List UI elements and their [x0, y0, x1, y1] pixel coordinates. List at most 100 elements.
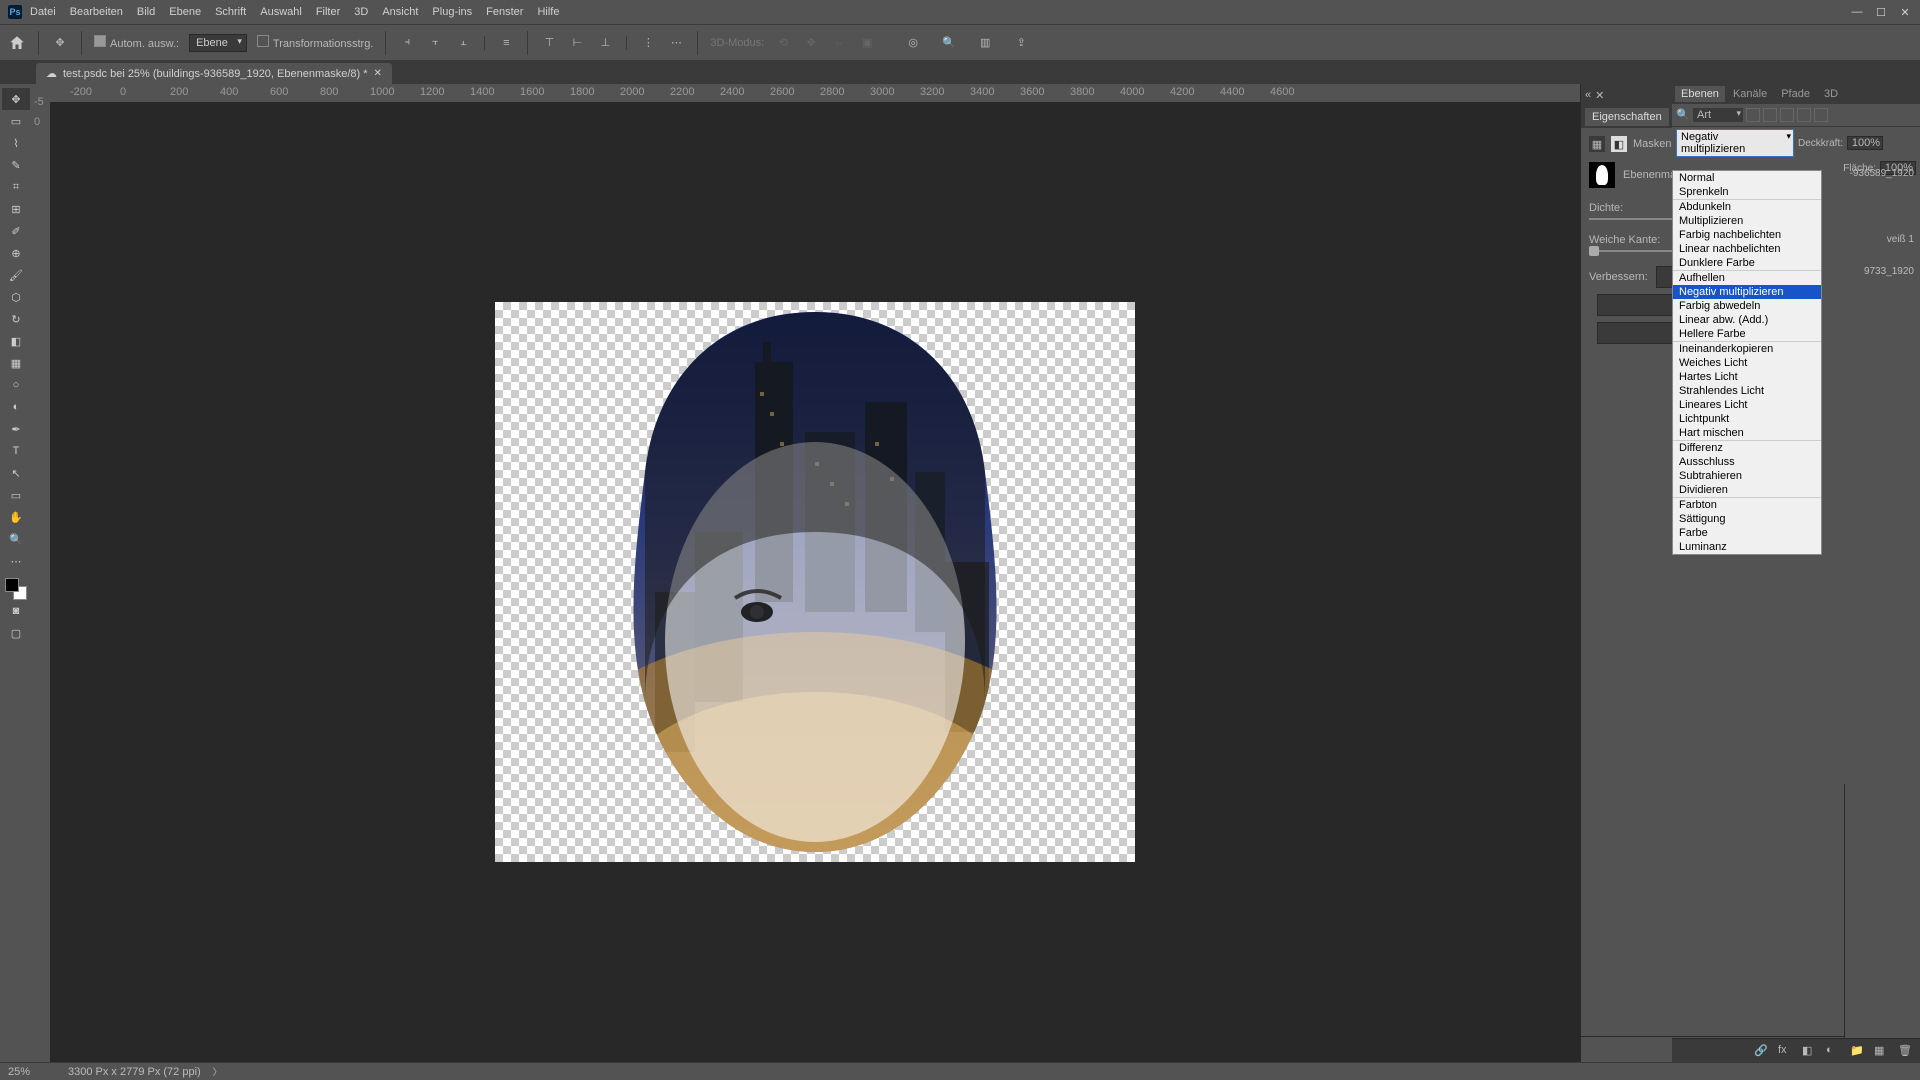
filter-shape-icon[interactable] — [1797, 108, 1811, 122]
frame-tool[interactable]: ⊞ — [2, 198, 30, 220]
menu-window[interactable]: Fenster — [486, 6, 523, 18]
menu-plugins[interactable]: Plug-ins — [432, 6, 472, 18]
distribute-icon[interactable]: ≡ — [497, 34, 515, 52]
blend-option[interactable]: Hart mischen — [1673, 426, 1821, 440]
tab-properties[interactable]: Eigenschaften — [1585, 108, 1669, 126]
blend-option[interactable]: Farbig nachbelichten — [1673, 228, 1821, 242]
blend-option[interactable]: Subtrahieren — [1673, 469, 1821, 483]
blur-tool[interactable]: ○ — [2, 374, 30, 396]
blend-option[interactable]: Linear abw. (Add.) — [1673, 313, 1821, 327]
search-app-icon[interactable]: 🔍 — [940, 34, 958, 52]
shape-tool[interactable]: ▭ — [2, 484, 30, 506]
menu-filter[interactable]: Filter — [316, 6, 340, 18]
menu-select[interactable]: Auswahl — [260, 6, 302, 18]
align-top-icon[interactable]: ⊤ — [540, 34, 558, 52]
type-tool[interactable]: T — [2, 440, 30, 462]
blend-option[interactable]: Farbig abwedeln — [1673, 299, 1821, 313]
layer-fx-icon[interactable]: fx — [1778, 1044, 1792, 1058]
home-button[interactable] — [8, 34, 26, 52]
blend-option[interactable]: Strahlendes Licht — [1673, 384, 1821, 398]
eraser-tool[interactable]: ◧ — [2, 330, 30, 352]
dodge-tool[interactable]: ◐ — [2, 396, 30, 418]
auto-select-checkbox[interactable]: Autom. ausw.: — [94, 35, 179, 50]
blend-option[interactable]: Dunklere Farbe — [1673, 256, 1821, 270]
align-right-icon[interactable]: ⫠ — [454, 34, 472, 52]
filter-type-icon[interactable] — [1780, 108, 1794, 122]
blend-option[interactable]: Aufhellen — [1673, 271, 1821, 285]
menu-layer[interactable]: Ebene — [169, 6, 201, 18]
color-swatches[interactable] — [5, 578, 27, 600]
crop-tool[interactable]: ⌗ — [2, 176, 30, 198]
new-layer-icon[interactable]: ▦ — [1874, 1044, 1888, 1058]
menu-view[interactable]: Ansicht — [382, 6, 418, 18]
blend-mode-select[interactable]: Negativ multiplizieren — [1676, 129, 1794, 157]
search-icon[interactable]: 🔍 — [1676, 108, 1690, 122]
blend-option[interactable]: Linear nachbelichten — [1673, 242, 1821, 256]
blend-option[interactable]: Farbton — [1673, 498, 1821, 512]
align-middle-icon[interactable]: ⊢ — [568, 34, 586, 52]
zoom-level[interactable]: 25% — [8, 1066, 56, 1078]
blend-option[interactable]: Hellere Farbe — [1673, 327, 1821, 341]
opacity-value[interactable]: 100% — [1847, 136, 1883, 150]
filter-pixel-icon[interactable] — [1746, 108, 1760, 122]
blend-option[interactable]: Weiches Licht — [1673, 356, 1821, 370]
transform-controls-checkbox[interactable]: Transformationsstrg. — [257, 35, 373, 50]
edit-toolbar[interactable]: ⋯ — [2, 550, 30, 572]
pixel-mask-icon[interactable]: ▦ — [1589, 136, 1605, 152]
quick-select-tool[interactable]: ✎ — [2, 154, 30, 176]
blend-option[interactable]: Differenz — [1673, 441, 1821, 455]
brush-tool[interactable]: 🖌 — [2, 264, 30, 286]
document-canvas[interactable] — [495, 302, 1135, 862]
history-brush-tool[interactable]: ↻ — [2, 308, 30, 330]
tab-channels[interactable]: Kanäle — [1727, 86, 1773, 102]
align-left-icon[interactable]: ⫞ — [398, 34, 416, 52]
distribute-v-icon[interactable]: ⋮ — [639, 34, 657, 52]
move-tool[interactable]: ✥ — [2, 88, 30, 110]
zoom-tool[interactable]: 🔍 — [2, 528, 30, 550]
stamp-tool[interactable]: ⬡ — [2, 286, 30, 308]
tab-3d[interactable]: 3D — [1818, 86, 1844, 102]
blend-option[interactable]: Normal — [1673, 171, 1821, 185]
vector-mask-icon[interactable]: ◧ — [1611, 136, 1627, 152]
blend-option[interactable]: Lichtpunkt — [1673, 412, 1821, 426]
cloud-docs-icon[interactable]: ◎ — [904, 34, 922, 52]
status-menu-icon[interactable]: 〉 — [213, 1065, 222, 1078]
close-tab-icon[interactable]: ✕ — [374, 68, 382, 79]
blend-option[interactable]: Ausschluss — [1673, 455, 1821, 469]
blend-option[interactable]: Sprenkeln — [1673, 185, 1821, 199]
filter-adjust-icon[interactable] — [1763, 108, 1777, 122]
filter-kind-select[interactable]: Art — [1693, 108, 1743, 122]
document-tab[interactable]: ☁ test.psdc bei 25% (buildings-936589_19… — [36, 63, 392, 84]
menu-edit[interactable]: Bearbeiten — [70, 6, 123, 18]
link-layers-icon[interactable]: 🔗 — [1754, 1044, 1768, 1058]
marquee-tool[interactable]: ▭ — [2, 110, 30, 132]
workspace-icon[interactable]: ▥ — [976, 34, 994, 52]
filter-smart-icon[interactable] — [1814, 108, 1828, 122]
delete-layer-icon[interactable]: 🗑 — [1898, 1044, 1912, 1058]
blend-option[interactable]: Lineares Licht — [1673, 398, 1821, 412]
blend-option[interactable]: Abdunkeln — [1673, 200, 1821, 214]
screenmode-toggle[interactable]: ▢ — [2, 622, 30, 644]
pen-tool[interactable]: ✒ — [2, 418, 30, 440]
menu-help[interactable]: Hilfe — [537, 6, 559, 18]
blend-option[interactable]: Negativ multiplizieren — [1673, 285, 1821, 299]
hand-tool[interactable]: ✋ — [2, 506, 30, 528]
blend-option[interactable]: Sättigung — [1673, 512, 1821, 526]
menu-image[interactable]: Bild — [137, 6, 155, 18]
menu-type[interactable]: Schrift — [215, 6, 246, 18]
tab-paths[interactable]: Pfade — [1775, 86, 1816, 102]
menu-file[interactable]: Datei — [30, 6, 56, 18]
lasso-tool[interactable]: ⌇ — [2, 132, 30, 154]
blend-option[interactable]: Ineinanderkopieren — [1673, 342, 1821, 356]
blend-option[interactable]: Dividieren — [1673, 483, 1821, 497]
blend-option[interactable]: Farbe — [1673, 526, 1821, 540]
tab-layers[interactable]: Ebenen — [1675, 86, 1725, 102]
adjustment-layer-icon[interactable]: ◐ — [1826, 1044, 1840, 1058]
eyedropper-tool[interactable]: ✐ — [2, 220, 30, 242]
new-group-icon[interactable]: 📁 — [1850, 1044, 1864, 1058]
heal-tool[interactable]: ⊕ — [2, 242, 30, 264]
blend-option[interactable]: Luminanz — [1673, 540, 1821, 554]
add-mask-icon[interactable]: ◧ — [1802, 1044, 1816, 1058]
minimize-button[interactable]: — — [1850, 5, 1864, 19]
share-icon[interactable]: ⇪ — [1012, 34, 1030, 52]
